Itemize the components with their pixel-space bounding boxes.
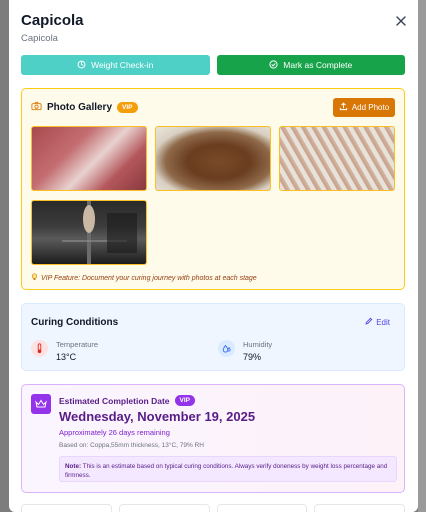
gallery-photo[interactable]: [31, 126, 147, 191]
gallery-photo[interactable]: [31, 200, 147, 265]
estimate-title: Estimated Completion Date: [59, 395, 170, 406]
temperature-stat: Temperature 13°C: [31, 340, 98, 362]
add-photo-label: Add Photo: [351, 103, 390, 112]
note-label: Note:: [65, 463, 82, 470]
gallery-photo[interactable]: [279, 126, 395, 191]
estimate-basis: Based on: Coppa,55mm thickness, 13°C, 79…: [59, 442, 204, 449]
action-buttons: Weight Check-in Mark as Complete: [21, 55, 405, 75]
summary-card: [118, 504, 210, 512]
upload-icon: [339, 102, 348, 113]
modal-title: Capicola: [21, 12, 84, 29]
gallery-title: Photo Gallery: [47, 102, 113, 113]
thermometer-icon: [31, 340, 48, 357]
weight-checkin-label: Weight Check-in: [91, 60, 154, 70]
humidity-value: 79%: [243, 352, 262, 362]
days-remaining: Approximately 26 days remaining: [59, 428, 170, 437]
estimate-header: Estimated Completion Date VIP: [59, 395, 196, 406]
note-text: This is an estimate based on typical cur…: [65, 463, 388, 480]
weight-checkin-button[interactable]: Weight Check-in: [21, 55, 210, 75]
droplets-icon: [218, 340, 235, 357]
gallery-note: VIP Feature: Document your curing journe…: [31, 273, 257, 283]
photo-gallery: Photo Gallery VIP Add Photo VIP Feature:: [21, 88, 405, 290]
add-photo-button[interactable]: Add Photo: [333, 98, 395, 117]
camera-icon: [31, 101, 42, 114]
temperature-label: Temperature: [56, 340, 99, 349]
mark-complete-label: Mark as Complete: [283, 60, 353, 70]
vip-badge: VIP: [174, 395, 196, 406]
gallery-header: Photo Gallery VIP: [31, 101, 138, 114]
project-detail-modal: Capicola Capicola Weight Check-in Mark a…: [9, 0, 418, 512]
check-circle-icon: [269, 59, 278, 71]
curing-conditions-card: Curing Conditions Edit Temperature 13°C …: [21, 303, 405, 371]
edit-label: Edit: [376, 317, 390, 327]
gallery-photo[interactable]: [155, 126, 271, 191]
temperature-value: 13°C: [56, 352, 77, 362]
lightbulb-icon: [31, 273, 38, 283]
summary-card: [216, 504, 308, 512]
humidity-label: Humidity: [243, 340, 273, 349]
edit-conditions-button[interactable]: Edit: [365, 317, 390, 327]
mark-complete-button[interactable]: Mark as Complete: [216, 55, 405, 75]
summary-card: [21, 504, 112, 512]
vip-badge: VIP: [117, 102, 138, 113]
scrollbar[interactable]: [418, 0, 426, 512]
scale-icon: [77, 60, 86, 71]
conditions-title: Curing Conditions: [31, 317, 119, 328]
estimated-completion-card: Estimated Completion Date VIP Wednesday,…: [21, 384, 405, 493]
pencil-icon: [365, 317, 373, 327]
modal-header: Capicola Capicola: [21, 12, 406, 44]
summary-card: [314, 504, 405, 512]
modal-subtitle: Capicola: [21, 33, 58, 44]
bottom-cards-row: [21, 504, 405, 512]
crown-icon: [31, 394, 51, 414]
estimate-note: Note: This is an estimate based on typic…: [59, 456, 397, 482]
gallery-note-text: VIP Feature: Document your curing journe…: [41, 274, 257, 282]
close-icon[interactable]: [394, 14, 408, 28]
humidity-stat: Humidity 79%: [218, 340, 272, 362]
estimated-date: Wednesday, November 19, 2025: [59, 409, 256, 424]
